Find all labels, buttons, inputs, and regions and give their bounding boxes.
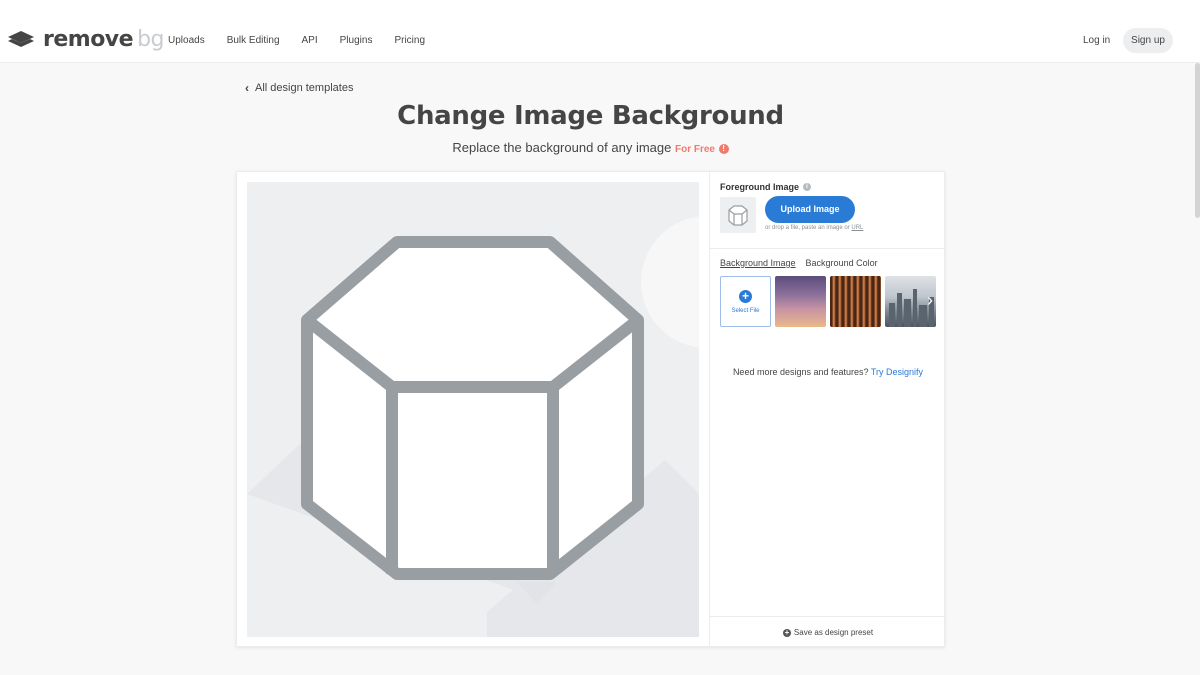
background-option-purple-sunset[interactable] [775, 276, 826, 327]
divider [710, 616, 946, 617]
placeholder-prism-icon [728, 205, 748, 226]
back-to-templates-link[interactable]: ‹ All design templates [245, 82, 353, 95]
plus-circle-icon: + [739, 289, 752, 303]
tab-background-color[interactable]: Background Color [806, 258, 878, 268]
page-subtitle: Replace the background of any image For … [0, 140, 1181, 158]
select-file-label: Select File [731, 307, 760, 314]
image-canvas[interactable] [247, 182, 699, 637]
editor-card: Foreground Image i Upload Image or drop … [236, 171, 946, 647]
for-free-badge: For Free [674, 144, 715, 155]
background-options: + Select File › [720, 276, 940, 327]
background-tabs: Background Image Background Color [720, 258, 888, 268]
divider [710, 248, 946, 249]
plus-circle-icon: + [782, 627, 791, 637]
logo-word-bg: bg [137, 27, 165, 52]
subtitle-text: Replace the background of any image [452, 140, 672, 155]
foreground-section-label: Foreground Image i [720, 182, 812, 192]
logo-wordmark: remove bg [43, 27, 165, 53]
removebg-logo[interactable]: remove bg [7, 27, 165, 53]
page-scrollbar[interactable] [1195, 63, 1200, 218]
info-icon[interactable]: ! [718, 143, 729, 154]
chevron-right-icon[interactable]: › [927, 290, 933, 310]
save-preset-label: Save as design preset [793, 628, 874, 637]
top-navbar: remove bg Uploads Bulk Editing API Plugin… [0, 0, 1200, 63]
nav-plugins[interactable]: Plugins [340, 35, 373, 47]
foreground-thumbnail[interactable] [720, 197, 756, 233]
designify-promo: Need more designs and features? Try Desi… [710, 367, 946, 377]
background-option-copper-stripes[interactable] [830, 276, 881, 327]
tab-background-image[interactable]: Background Image [720, 258, 796, 268]
save-design-preset-button[interactable]: + Save as design preset [710, 628, 946, 637]
building-shape [919, 305, 927, 327]
nav-pricing[interactable]: Pricing [394, 35, 425, 47]
building-shape [897, 293, 902, 327]
placeholder-image-icon [247, 216, 699, 637]
nav-uploads[interactable]: Uploads [168, 35, 205, 47]
layers-logo-icon [8, 31, 34, 47]
nav-bulk-editing[interactable]: Bulk Editing [227, 35, 280, 47]
login-link[interactable]: Log in [1083, 35, 1110, 47]
info-icon[interactable]: i [803, 183, 812, 191]
drop-hint-text: or drop a file, paste an image or [765, 225, 852, 231]
nav-api[interactable]: API [302, 35, 318, 47]
drop-hint: or drop a file, paste an image or URL [765, 225, 863, 231]
upload-image-button[interactable]: Upload Image [765, 196, 855, 223]
building-shape [913, 289, 917, 327]
foreground-label-text: Foreground Image [720, 182, 800, 192]
building-shape [889, 303, 895, 327]
url-link[interactable]: URL [851, 225, 863, 231]
settings-panel: Foreground Image i Upload Image or drop … [709, 172, 946, 646]
back-link-label: All design templates [255, 82, 354, 94]
promo-text: Need more designs and features? [732, 367, 871, 377]
chevron-left-icon: ‹ [245, 81, 249, 95]
select-file-button[interactable]: + Select File [720, 276, 771, 327]
main-nav: Uploads Bulk Editing API Plugins Pricing [168, 35, 447, 47]
try-designify-link[interactable]: Try Designify [871, 367, 923, 377]
logo-word-remove: remove [43, 27, 134, 52]
background-option-city-skyline[interactable]: › [885, 276, 936, 327]
building-shape [904, 299, 911, 327]
page-title: Change Image Background [397, 101, 784, 131]
signup-button[interactable]: Sign up [1123, 28, 1173, 53]
